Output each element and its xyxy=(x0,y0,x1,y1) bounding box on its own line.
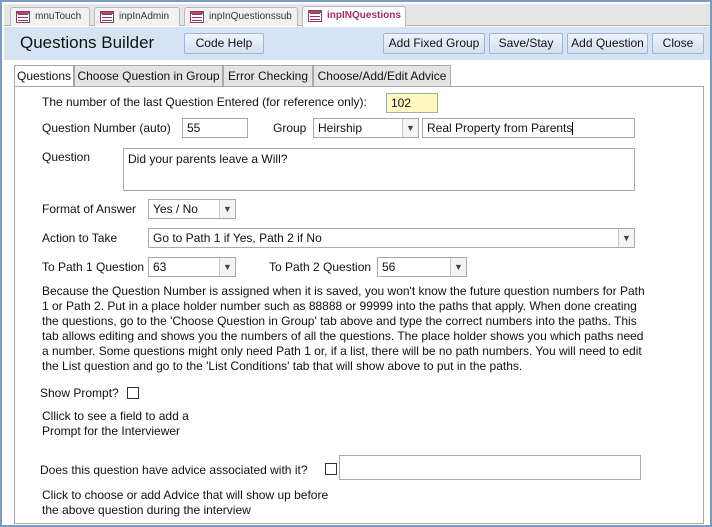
chevron-down-icon[interactable]: ▼ xyxy=(618,229,634,247)
format-of-answer-label: Format of Answer xyxy=(42,202,137,216)
form-tab-bar: Questions Choose Question in Group Error… xyxy=(14,65,704,88)
action-to-take-select[interactable]: Go to Path 1 if Yes, Path 2 if No ▼ xyxy=(148,228,635,248)
form-icon xyxy=(100,11,114,23)
chevron-down-icon[interactable]: ▼ xyxy=(402,119,418,137)
advice-hint: Click to choose or add Advice that will … xyxy=(42,488,329,502)
question-number-label: Question Number (auto) xyxy=(42,121,171,135)
form-header: Questions Builder Code Help Add Fixed Gr… xyxy=(4,27,710,60)
group-description-text: Real Property from Parents xyxy=(427,121,573,135)
window-frame: mnuTouch inpInAdmin inpInQuestionssub in… xyxy=(0,0,712,527)
path2-value: 56 xyxy=(382,260,396,274)
doc-tab-inpinadmin[interactable]: inpInAdmin xyxy=(94,7,180,26)
question-label: Question xyxy=(42,150,91,164)
action-to-take-value: Go to Path 1 if Yes, Path 2 if No xyxy=(153,231,322,245)
group-select[interactable]: Heirship ▼ xyxy=(313,118,419,138)
doc-tab-label: inpInAdmin xyxy=(119,11,170,22)
add-fixed-group-button[interactable]: Add Fixed Group xyxy=(383,33,485,54)
form-icon xyxy=(16,11,30,23)
path-explanation-text: Because the Question Number is assigned … xyxy=(42,284,692,374)
tab-questions[interactable]: Questions xyxy=(14,65,74,88)
doc-tab-label: inpInQuestionssub xyxy=(209,11,292,22)
group-select-value: Heirship xyxy=(318,121,363,135)
chevron-down-icon[interactable]: ▼ xyxy=(450,258,466,276)
show-prompt-hint: Prompt for the Interviewer xyxy=(42,424,181,438)
explanation-line: 1 or Path 2. Put in a place holder numbe… xyxy=(42,299,637,313)
tab-error-checking[interactable]: Error Checking xyxy=(223,65,313,87)
action-to-take-label: Action to Take xyxy=(42,231,118,245)
last-question-field: 102 xyxy=(386,93,438,113)
text-cursor xyxy=(572,122,574,136)
questions-panel: The number of the last Question Entered … xyxy=(14,86,704,524)
last-question-label: The number of the last Question Entered … xyxy=(42,95,367,109)
doc-tab-mnutouch[interactable]: mnuTouch xyxy=(10,7,90,26)
path2-label: To Path 2 Question xyxy=(269,260,372,274)
group-description-field[interactable]: Real Property from Parents xyxy=(422,118,635,138)
save-stay-button[interactable]: Save/Stay xyxy=(489,33,563,54)
doc-tab-inpinquestions[interactable]: inpINQuestions xyxy=(302,6,406,27)
doc-tab-inpinquestionssub[interactable]: inpInQuestionssub xyxy=(184,7,298,26)
path2-select[interactable]: 56 ▼ xyxy=(377,257,467,277)
path1-value: 63 xyxy=(153,260,167,274)
tab-choose-add-edit-advice[interactable]: Choose/Add/Edit Advice xyxy=(313,65,451,87)
add-question-button[interactable]: Add Question xyxy=(567,33,648,54)
form-icon xyxy=(308,10,322,22)
explanation-line: the List question and go to the 'List Co… xyxy=(42,359,523,373)
path1-label: To Path 1 Question xyxy=(42,260,145,274)
advice-hint: the above question during the interview xyxy=(42,503,251,517)
doc-tab-label: inpINQuestions xyxy=(327,10,401,21)
advice-field[interactable] xyxy=(339,455,641,480)
show-prompt-checkbox[interactable] xyxy=(127,387,139,399)
advice-checkbox[interactable] xyxy=(325,463,337,475)
explanation-line: a number. Some questions might only need… xyxy=(42,344,642,358)
question-textarea[interactable]: Did your parents leave a Will? xyxy=(123,148,635,191)
group-label: Group xyxy=(273,121,307,135)
advice-label: Does this question have advice associate… xyxy=(40,463,308,477)
format-of-answer-select[interactable]: Yes / No ▼ xyxy=(148,199,236,219)
doc-tab-label: mnuTouch xyxy=(35,11,82,22)
question-number-field[interactable]: 55 xyxy=(182,118,248,138)
close-button[interactable]: Close xyxy=(652,33,704,54)
show-prompt-hint: Cllick to see a field to add a xyxy=(42,409,189,423)
explanation-line: the questions, go to the 'Choose Questio… xyxy=(42,314,637,328)
format-of-answer-value: Yes / No xyxy=(153,202,198,216)
path1-select[interactable]: 63 ▼ xyxy=(148,257,236,277)
document-tab-bar: mnuTouch inpInAdmin inpInQuestionssub in… xyxy=(4,4,710,27)
page-title: Questions Builder xyxy=(20,33,155,52)
form-icon xyxy=(190,11,204,23)
chevron-down-icon[interactable]: ▼ xyxy=(219,258,235,276)
chevron-down-icon[interactable]: ▼ xyxy=(219,200,235,218)
explanation-line: Because the Question Number is assigned … xyxy=(42,284,645,298)
tab-choose-question-in-group[interactable]: Choose Question in Group xyxy=(74,65,223,87)
show-prompt-label: Show Prompt? xyxy=(40,386,119,400)
explanation-line: tab allows editing and shows you the num… xyxy=(42,329,644,343)
code-help-button[interactable]: Code Help xyxy=(184,33,264,54)
